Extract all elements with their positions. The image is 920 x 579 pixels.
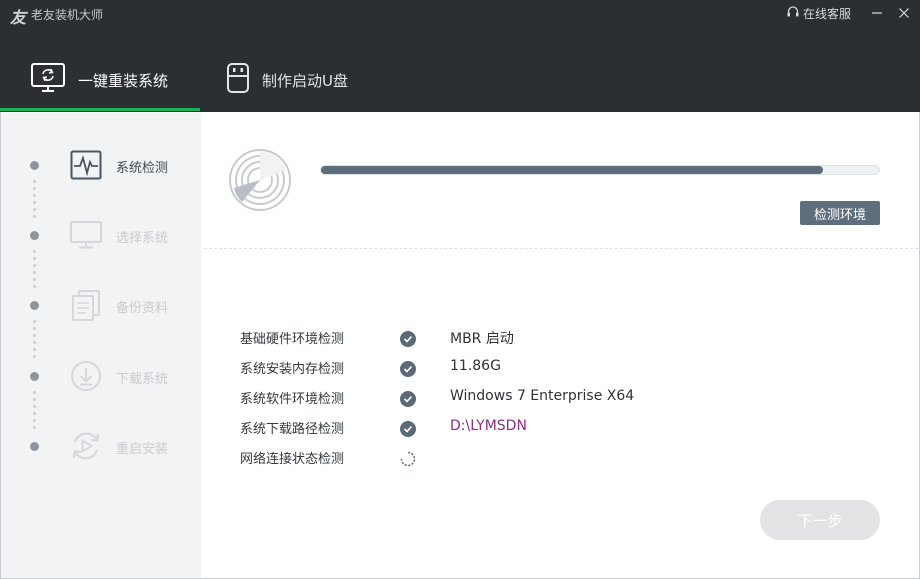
check-done-icon: [400, 421, 416, 437]
tab-make-usb-boot-label: 制作启动U盘: [262, 71, 348, 90]
pulse-monitor-icon: [69, 149, 103, 181]
step-restart-install[interactable]: 重启安装: [1, 424, 201, 468]
active-tab-indicator: [0, 108, 200, 111]
step-dot: [30, 301, 39, 310]
check-row-software: 系统软件环境检测 Windows 7 Enterprise X64: [240, 388, 860, 408]
detection-progress-fill: [321, 166, 824, 174]
step-dot: [30, 161, 39, 170]
next-step-button[interactable]: 下一步: [760, 500, 880, 540]
step-label: 备份资料: [116, 301, 169, 316]
step-backup-data[interactable]: 备份资料: [1, 283, 201, 327]
step-select-system[interactable]: 选择系统: [1, 213, 201, 257]
tab-make-usb-boot[interactable]: 制作启动U盘: [226, 48, 426, 112]
step-dot: [30, 372, 39, 381]
step-label: 选择系统: [116, 231, 169, 246]
check-value: MBR 启动: [450, 331, 514, 347]
check-row-download-path: 系统下载路径检测 D:\LYMSDN: [240, 418, 860, 438]
minimize-button[interactable]: [864, 2, 890, 24]
tab-one-click-reinstall-label: 一键重装系统: [78, 71, 169, 90]
check-done-icon: [400, 361, 416, 377]
minimize-icon: [871, 4, 883, 23]
download-icon: [69, 360, 103, 392]
check-row-network: 网络连接状态检测: [240, 448, 860, 468]
steps-sidebar: 系统检测 选择系统 备份资料 下载系统 重启安装: [1, 113, 201, 578]
monitor-icon: [69, 219, 103, 251]
check-value: 11.86G: [450, 358, 501, 374]
loading-spinner-icon: [400, 451, 416, 467]
online-service-button[interactable]: 在线客服: [786, 5, 851, 22]
usb-drive-icon: [226, 62, 250, 98]
tab-one-click-reinstall[interactable]: 一键重装系统: [0, 48, 200, 112]
check-label: 系统安装内存检测: [240, 362, 345, 377]
check-label: 系统软件环境检测: [240, 392, 345, 407]
detection-progress-bar: [320, 165, 880, 175]
app-logo: 友: [10, 8, 27, 27]
online-service-label: 在线客服: [803, 7, 852, 21]
step-system-check[interactable]: 系统检测: [1, 143, 201, 187]
step-label: 重启安装: [116, 442, 169, 457]
check-value: Windows 7 Enterprise X64: [450, 388, 635, 404]
restart-icon: [69, 430, 103, 462]
check-done-icon: [400, 331, 416, 347]
app-title: 老友装机大师: [31, 8, 104, 22]
step-download-system[interactable]: 下载系统: [1, 354, 201, 398]
documents-icon: [69, 289, 103, 321]
detect-environment-badge: 检测环境: [800, 201, 880, 225]
step-dot: [30, 442, 39, 451]
check-row-memory: 系统安装内存检测 11.86G: [240, 358, 860, 378]
radar-scan-icon: [228, 148, 292, 212]
step-dot: [30, 231, 39, 240]
close-icon: [898, 4, 910, 23]
check-label: 网络连接状态检测: [240, 452, 345, 467]
monitor-refresh-icon: [30, 62, 66, 98]
check-done-icon: [400, 391, 416, 407]
check-label: 系统下载路径检测: [240, 422, 345, 437]
headset-icon: [786, 5, 800, 22]
title-bar: 友 老友装机大师 在线客服 一键重装系统 制作启动U盘: [0, 0, 920, 112]
check-label: 基础硬件环境检测: [240, 332, 345, 347]
close-button[interactable]: [891, 2, 917, 24]
check-row-hardware: 基础硬件环境检测 MBR 启动: [240, 328, 860, 348]
step-label: 下载系统: [116, 372, 169, 387]
download-path-link[interactable]: D:\LYMSDN: [450, 418, 527, 434]
step-label: 系统检测: [116, 161, 169, 176]
section-divider: [204, 248, 918, 249]
